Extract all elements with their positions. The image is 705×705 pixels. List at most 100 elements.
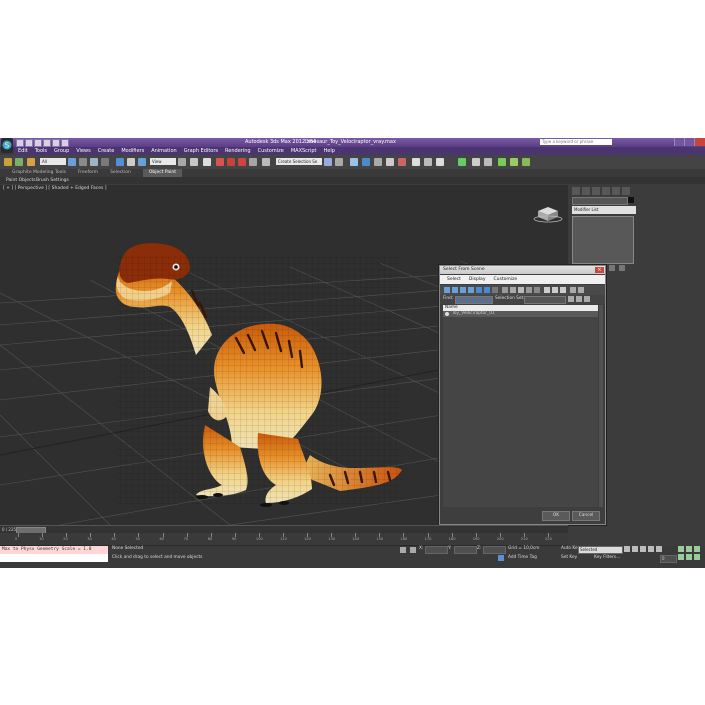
orbit-icon[interactable] bbox=[694, 554, 700, 560]
pan-view-icon[interactable] bbox=[686, 554, 692, 560]
menu-graph-editors[interactable]: Graph Editors bbox=[184, 147, 218, 155]
vray-toolbar-icon-2[interactable] bbox=[510, 158, 518, 166]
menu-customize[interactable]: Customize bbox=[258, 147, 284, 155]
dialog-menu-display[interactable]: Display bbox=[469, 275, 486, 284]
field-of-view-icon[interactable] bbox=[678, 554, 684, 560]
reference-coord-dropdown[interactable]: View bbox=[150, 158, 176, 165]
display-frozen-icon[interactable] bbox=[526, 287, 532, 293]
modify-tab-icon[interactable] bbox=[582, 187, 590, 195]
menu-animation[interactable]: Animation bbox=[151, 147, 177, 155]
open-file-icon[interactable] bbox=[25, 139, 33, 147]
unlink-icon[interactable] bbox=[15, 158, 23, 166]
vray-proxy-icon[interactable] bbox=[484, 158, 492, 166]
mirror-icon[interactable] bbox=[324, 158, 332, 166]
paint-objects-button[interactable]: Paint Objects bbox=[6, 177, 36, 184]
display-none-icon[interactable] bbox=[552, 287, 558, 293]
filter-icon[interactable] bbox=[578, 287, 584, 293]
display-hidden-icon[interactable] bbox=[534, 287, 540, 293]
sync-selection-icon[interactable] bbox=[570, 287, 576, 293]
maxscript-listener-output[interactable]: Max to Physx Geometry Scale = 1.0 bbox=[0, 546, 108, 554]
create-tab-icon[interactable] bbox=[572, 187, 580, 195]
dialog-title-bar[interactable]: Select From Scene × bbox=[440, 266, 605, 274]
motion-tab-icon[interactable] bbox=[602, 187, 610, 195]
selection-set-remove-icon[interactable] bbox=[584, 296, 590, 302]
menu-modifiers[interactable]: Modifiers bbox=[121, 147, 144, 155]
display-cameras-icon[interactable] bbox=[468, 287, 474, 293]
zoom-icon[interactable] bbox=[678, 546, 684, 552]
go-to-start-icon[interactable] bbox=[624, 546, 630, 552]
vray-lights-icon[interactable] bbox=[472, 158, 480, 166]
menu-help[interactable]: Help bbox=[324, 147, 335, 155]
display-xrefs-icon[interactable] bbox=[502, 287, 508, 293]
scene-object-list[interactable]: Toy_Velociraptor_01 bbox=[443, 311, 598, 507]
modifier-list-dropdown[interactable]: Modifier List bbox=[572, 206, 636, 214]
graphite-tools-icon[interactable] bbox=[362, 158, 370, 166]
snaps-toggle-icon[interactable] bbox=[216, 158, 224, 166]
previous-frame-icon[interactable] bbox=[632, 546, 638, 552]
display-bones-icon[interactable] bbox=[510, 287, 516, 293]
angle-snap-icon[interactable] bbox=[227, 158, 235, 166]
find-input[interactable] bbox=[455, 296, 493, 304]
keyboard-shortcut-icon[interactable] bbox=[203, 158, 211, 166]
menu-create[interactable]: Create bbox=[98, 147, 115, 155]
selection-set-add-icon[interactable] bbox=[576, 296, 582, 302]
configure-modifier-sets-icon[interactable] bbox=[619, 265, 625, 271]
bind-spacewarp-icon[interactable] bbox=[27, 158, 35, 166]
dialog-scrollbar[interactable] bbox=[599, 305, 603, 507]
menu-views[interactable]: Views bbox=[76, 147, 90, 155]
display-spacewarps-icon[interactable] bbox=[484, 287, 490, 293]
menu-group[interactable]: Group bbox=[54, 147, 69, 155]
current-frame-field[interactable]: 0 bbox=[660, 555, 677, 563]
tab-freeform[interactable]: Freeform bbox=[78, 169, 98, 177]
add-time-tag-button[interactable]: Add Time Tag bbox=[508, 555, 537, 560]
render-setup-icon[interactable] bbox=[412, 158, 420, 166]
display-groups-icon[interactable] bbox=[492, 287, 498, 293]
go-to-end-icon[interactable] bbox=[656, 546, 662, 552]
curve-editor-icon[interactable] bbox=[374, 158, 382, 166]
key-filters-button[interactable]: Key Filters... bbox=[594, 555, 620, 560]
set-key-button[interactable]: Set Key bbox=[561, 555, 577, 560]
display-containers-icon[interactable] bbox=[518, 287, 524, 293]
z-coordinate-field[interactable] bbox=[483, 546, 506, 554]
selection-set-edit-icon[interactable] bbox=[568, 296, 574, 302]
x-coordinate-field[interactable] bbox=[425, 546, 448, 554]
window-crossing-icon[interactable] bbox=[101, 158, 109, 166]
display-lights-icon[interactable] bbox=[460, 287, 466, 293]
select-object-icon[interactable] bbox=[68, 158, 76, 166]
redo-icon[interactable] bbox=[52, 139, 60, 147]
spinner-snap-icon[interactable] bbox=[249, 158, 257, 166]
new-file-icon[interactable] bbox=[16, 139, 24, 147]
object-name-field[interactable] bbox=[572, 197, 628, 205]
tab-graphite-modeling-tools[interactable]: Graphite Modeling Tools bbox=[12, 169, 66, 177]
time-tag-icon[interactable] bbox=[498, 555, 504, 561]
hierarchy-tab-icon[interactable] bbox=[592, 187, 600, 195]
tab-object-paint[interactable]: Object Paint bbox=[142, 169, 183, 177]
utilities-tab-icon[interactable] bbox=[622, 187, 630, 195]
y-coordinate-field[interactable] bbox=[454, 546, 477, 554]
play-icon[interactable] bbox=[640, 546, 646, 552]
select-manipulate-icon[interactable] bbox=[190, 158, 198, 166]
vray-toolbar-icon-3[interactable] bbox=[522, 158, 530, 166]
save-file-icon[interactable] bbox=[34, 139, 42, 147]
rendered-frame-window-icon[interactable] bbox=[424, 158, 432, 166]
dialog-menu-customize[interactable]: Customize bbox=[493, 275, 517, 284]
scale-icon[interactable] bbox=[138, 158, 146, 166]
align-icon[interactable] bbox=[335, 158, 343, 166]
vray-toolbar-icon-1[interactable] bbox=[498, 158, 506, 166]
select-by-name-icon[interactable] bbox=[79, 158, 87, 166]
modifier-stack[interactable] bbox=[572, 216, 634, 264]
selection-set-dropdown[interactable] bbox=[524, 296, 566, 304]
auto-key-selection-dropdown[interactable]: Selected bbox=[578, 546, 623, 554]
menu-rendering[interactable]: Rendering bbox=[225, 147, 251, 155]
display-geometry-icon[interactable] bbox=[444, 287, 450, 293]
schematic-view-icon[interactable] bbox=[386, 158, 394, 166]
ok-button[interactable]: OK bbox=[542, 511, 570, 521]
project-folder-icon[interactable] bbox=[61, 139, 69, 147]
named-selection-dropdown[interactable]: Create Selection Se bbox=[276, 158, 322, 165]
close-button[interactable] bbox=[694, 138, 705, 146]
object-color-swatch[interactable] bbox=[628, 197, 634, 203]
render-production-icon[interactable] bbox=[436, 158, 444, 166]
absolute-mode-icon[interactable] bbox=[410, 547, 416, 553]
dialog-menu-select[interactable]: Select bbox=[447, 275, 461, 284]
selection-filter-dropdown[interactable]: All bbox=[40, 158, 66, 165]
